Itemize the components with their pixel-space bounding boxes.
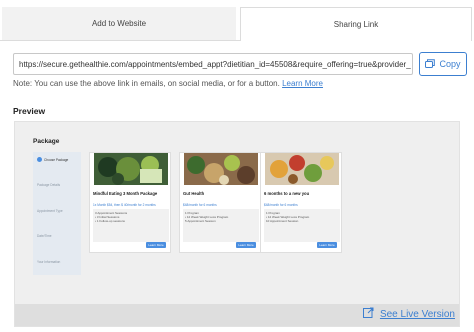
preview-heading: Preview [13,106,46,116]
package-details: 1 Program • 12 Week Weight Loss Program … [183,209,259,242]
learn-more-link[interactable]: Learn More [282,79,323,88]
detail-line: 10 Appointment Session [266,219,299,224]
package-details: 3 Appointment Sessions • 3 Initial Sessi… [93,209,169,242]
package-card[interactable]: 6 months to a new you $48/month for 6 mo… [260,152,342,253]
copy-button-label: Copy [439,59,461,69]
external-link-icon [362,307,374,321]
learn-more-button[interactable]: Learn More [236,242,256,248]
note-text: Note: You can use the above link in emai… [13,79,280,88]
package-photo [265,153,339,185]
share-note: Note: You can use the above link in emai… [13,79,323,88]
package-photo [94,153,168,185]
see-live-version-label: See Live Version [379,308,455,320]
package-price: $48/month for 6 months [264,203,298,207]
copy-icon [425,58,436,70]
package-name: Gut Health [183,191,205,196]
package-heading: Package [33,138,60,145]
tab-bar: Add to Website Sharing Link [0,0,474,41]
learn-more-button[interactable]: Learn More [317,242,337,248]
package-name: Mindful Eating 3 Month Package [93,191,158,196]
step-item: Appointment Type [37,209,63,213]
step-label: Package Details [37,183,61,187]
learn-more-button[interactable]: Learn More [146,242,166,248]
step-item: Your Information [37,260,60,264]
preview-footer: See Live Version [15,304,459,326]
step-dot-icon [37,157,42,162]
package-details: 1 Program • 12 Week Weight Loss Program … [264,209,340,242]
step-item: Date/Time [37,234,52,238]
package-price: 1x Month $54, then $ 40/month for 2 mont… [93,203,156,207]
detail-line: • 1 Follow-up sessions [95,219,125,224]
see-live-version-link[interactable]: See Live Version [362,307,455,321]
share-url-field[interactable]: https://secure.gethealthie.com/appointme… [13,53,413,75]
step-item: Package Details [37,183,60,187]
step-label: Your Information [37,260,61,264]
package-photo [184,153,258,185]
step-item: Choose Package [37,157,68,162]
preview-frame: Package Choose Package Package Details A… [14,121,460,327]
steps-sidebar: Choose Package Package Details Appointme… [33,152,81,275]
package-card[interactable]: Gut Health $48/month for 6 months 1 Prog… [179,152,261,253]
tab-add-to-website[interactable]: Add to Website [2,7,236,41]
tab-sharing-link[interactable]: Sharing Link [240,7,472,41]
step-label: Appointment Type [37,209,63,213]
package-price: $48/month for 6 months [183,203,217,207]
step-label: Date/Time [37,234,52,238]
package-card[interactable]: Mindful Eating 3 Month Package 1x Month … [89,152,171,253]
package-name: 6 months to a new you [264,191,310,196]
copy-button[interactable]: Copy [419,52,467,76]
step-label: Choose Package [44,157,69,162]
tab-divider [0,40,240,41]
detail-line: 5 Appointment Session [185,219,216,224]
